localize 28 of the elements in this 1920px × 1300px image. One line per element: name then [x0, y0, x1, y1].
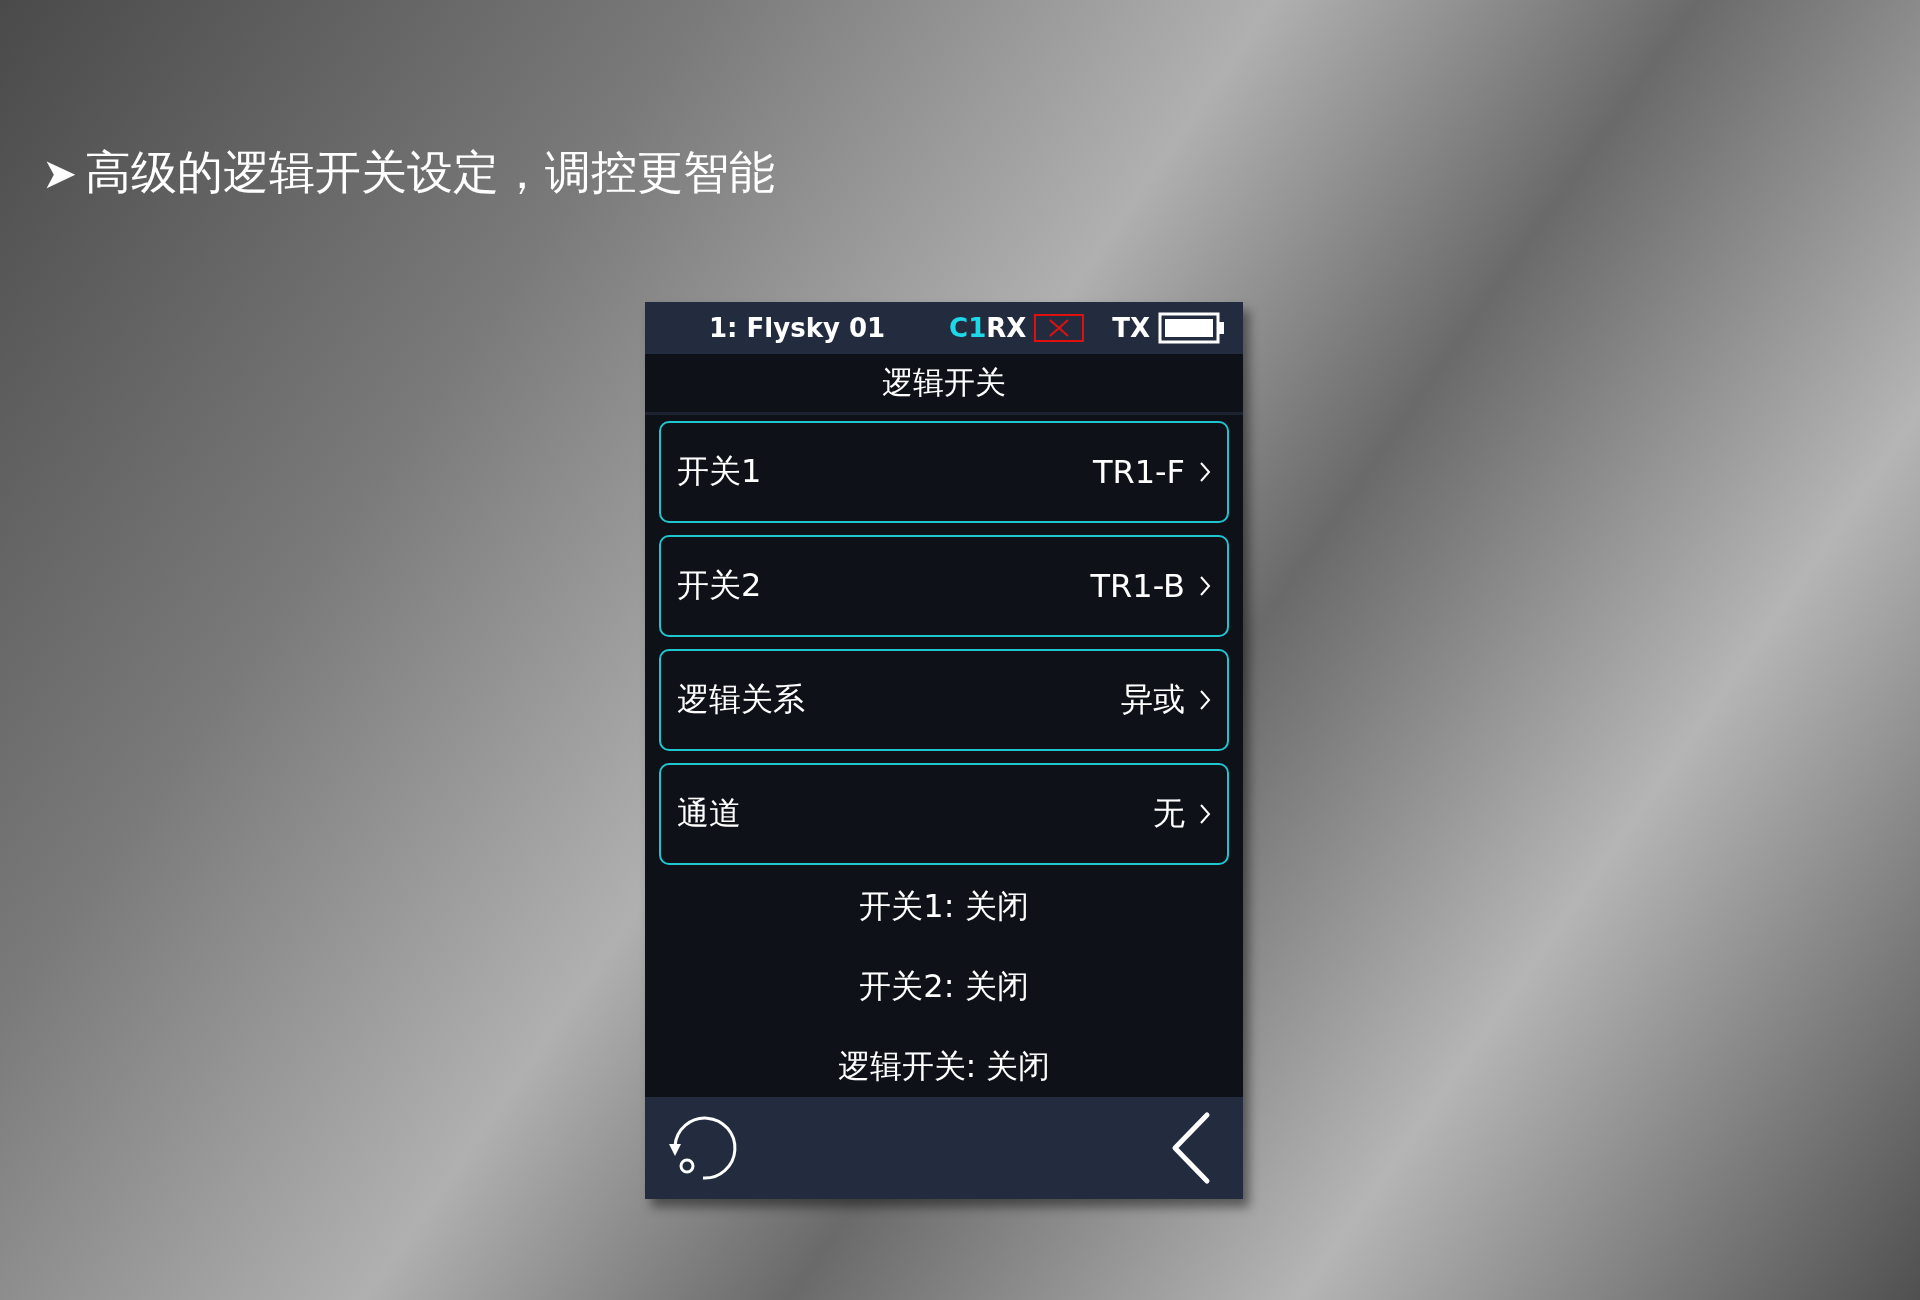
setting-row[interactable]: 开关1 TR1-F [659, 421, 1229, 523]
chevron-right-icon [1199, 461, 1211, 483]
setting-value: TR1-B [1090, 567, 1185, 605]
setting-label: 逻辑关系 [677, 679, 806, 720]
status-text: 开关2: 关闭 [859, 966, 1029, 1007]
setting-row[interactable]: 开关2 TR1-B [659, 535, 1229, 637]
setting-value: TR1-F [1092, 453, 1185, 491]
setting-label: 开关2 [677, 565, 763, 606]
chevron-right-icon [1199, 689, 1211, 711]
tx-label: TX [1112, 313, 1151, 343]
setting-value: 无 [1153, 793, 1185, 834]
chevron-right-icon [1199, 575, 1211, 597]
arrow-marker: ➤ [42, 148, 78, 198]
setting-label: 通道 [677, 793, 742, 834]
setting-row[interactable]: 通道 无 [659, 763, 1229, 865]
model-name: 1: Flysky 01 [709, 313, 886, 343]
setting-value: 异或 [1121, 679, 1185, 720]
rx-disconnected-icon [1034, 314, 1085, 342]
screen-title: 逻辑开关 [645, 354, 1243, 415]
channel-label: C1 [949, 313, 987, 343]
rx-label: RX [986, 313, 1027, 343]
chevron-right-icon [1199, 803, 1211, 825]
setting-row[interactable]: 逻辑关系 异或 [659, 649, 1229, 751]
status-text: 开关1: 关闭 [859, 886, 1029, 927]
setting-label: 开关1 [677, 451, 763, 492]
battery-icon [1158, 312, 1227, 344]
status-text: 逻辑开关: 关闭 [837, 1046, 1051, 1087]
headline: 高级的逻辑开关设定，调控更智能 [85, 144, 776, 201]
